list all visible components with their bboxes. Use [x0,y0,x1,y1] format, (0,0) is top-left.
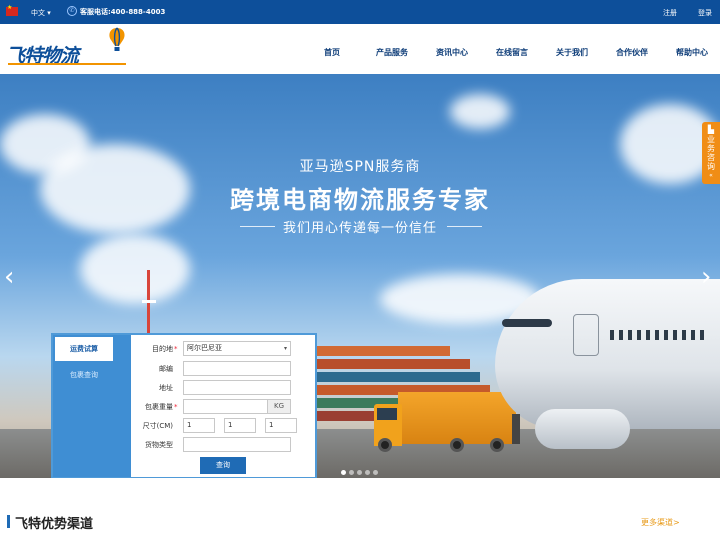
section-accent-bar [7,515,10,528]
collapse-arrow-icon: « [709,172,713,179]
width-input[interactable]: 1 [224,418,256,433]
weight-input[interactable] [183,399,268,414]
logo-underline [8,63,126,65]
wheel [378,438,392,452]
login-link[interactable]: 登录 [698,8,712,18]
side-tab-label: 业务咨询 [707,135,715,171]
weight-label: 包裹重量 [145,403,173,411]
nav-products[interactable]: 产品服务 [376,47,408,58]
slide-dot[interactable] [349,470,354,475]
required-mark: * [174,403,178,411]
calculator-tabs: 运费试算 包裹查询 [53,335,131,477]
slide-dot[interactable] [357,470,362,475]
logo[interactable]: 飞特物流 [6,27,131,71]
postcode-label: 邮编 [159,365,173,373]
weight-row: 包裹重量 * KG [131,399,315,415]
slide-dot[interactable] [341,470,346,475]
hero-subtitle: 亚马逊SPN服务商 [299,159,421,175]
china-flag-icon[interactable] [6,4,18,16]
wheel [450,438,464,452]
next-slide-arrow-icon[interactable]: › [701,264,711,290]
airplane-engine [535,409,630,449]
weight-unit: KG [267,399,291,414]
divider [447,226,482,227]
balloon-icon [109,27,125,51]
section-title: 飞特优势渠道 [15,517,94,532]
cloud [80,234,190,304]
cargo-type-row: 货物类型 [131,437,315,453]
chevron-down-icon: ▾ [283,345,287,352]
size-label: 尺寸(CM) [142,422,173,430]
truck-window [377,408,397,420]
size-row: 尺寸(CM) 1 1 1 [131,418,315,434]
nav-message[interactable]: 在线留言 [496,47,528,58]
destination-select[interactable]: 阿尔巴尼亚 ▾ [183,341,291,356]
prev-slide-arrow-icon[interactable]: ‹ [4,264,14,290]
language-selector[interactable]: 中文 ▾ [31,8,51,18]
tab-parcel-tracking[interactable]: 包裹查询 [55,363,113,387]
cargo-type-label: 货物类型 [145,441,173,449]
airplane-door [573,314,599,356]
cloud [450,94,510,129]
address-input[interactable] [183,380,291,395]
slide-dot[interactable] [365,470,370,475]
freight-calculator: 运费试算 包裹查询 目的地 * 阿尔巴尼亚 ▾ 邮编 地址 包裹重量 * KG … [51,333,317,479]
slide-dot[interactable] [373,470,378,475]
hero-slogan: 我们用心传递每一份信任 [282,221,437,236]
tab-freight-estimate[interactable]: 运费试算 [55,337,113,361]
landing-gear [512,414,520,444]
nav-news[interactable]: 资讯中心 [436,47,468,58]
address-row: 地址 [131,380,315,396]
height-input[interactable]: 1 [265,418,297,433]
phone-icon: ✆ [67,6,77,16]
nav-help[interactable]: 帮助中心 [676,47,708,58]
register-link[interactable]: 注册 [663,8,677,18]
slide-indicators [341,468,381,477]
service-phone: 客服电话:400-888-4003 [80,8,166,16]
required-mark: * [174,345,178,353]
nav-partners[interactable]: 合作伙伴 [616,47,648,58]
header: 飞特物流 首页 产品服务 资讯中心 在线留言 关于我们 合作伙伴 帮助中心 [0,24,720,74]
length-input[interactable]: 1 [183,418,215,433]
nav-about[interactable]: 关于我们 [556,47,588,58]
more-channels-link[interactable]: 更多渠道> [641,517,680,528]
nav-home[interactable]: 首页 [324,47,340,58]
cargo-type-input[interactable] [183,437,291,452]
airplane [495,279,720,429]
query-button[interactable]: 查询 [200,457,246,474]
postcode-input[interactable] [183,361,291,376]
destination-row: 目的地 * 阿尔巴尼亚 ▾ [131,341,315,357]
destination-value: 阿尔巴尼亚 [187,344,222,352]
hero-title: 跨境电商物流服务专家 [230,186,490,214]
wheel [490,438,504,452]
advantage-channels-section: 飞特优势渠道 更多渠道> [0,478,720,540]
destination-label: 目的地 [152,345,173,353]
truck-container [398,392,516,444]
postcode-row: 邮编 [131,361,315,377]
building-icon: ▙ [707,125,715,134]
airplane-windows [610,330,705,340]
business-consult-tab[interactable]: ▙ 业务咨询 « [702,122,720,184]
airplane-cockpit [502,319,552,327]
address-label: 地址 [159,384,173,392]
top-bar: 中文 ▾ ✆ 客服电话:400-888-4003 注册 登录 [0,0,720,24]
